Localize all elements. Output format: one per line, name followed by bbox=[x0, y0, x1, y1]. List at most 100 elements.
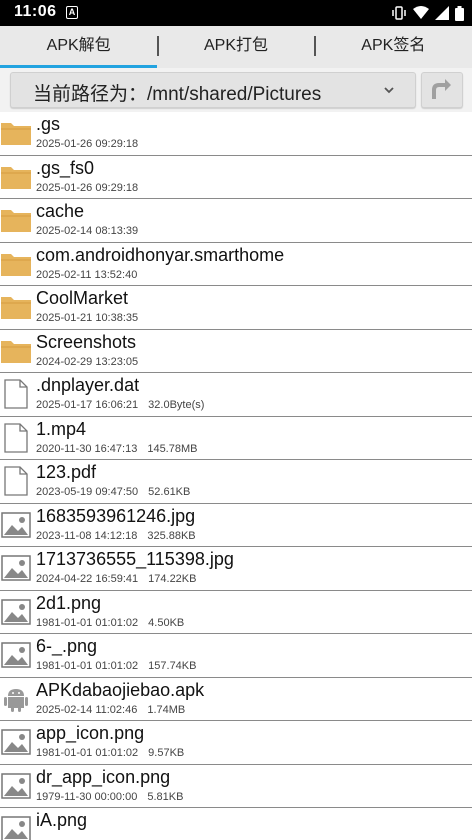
folder-icon bbox=[1, 292, 31, 322]
file-list-item[interactable]: cache 2025-02-14 08:13:39 bbox=[0, 199, 472, 243]
file-list-item[interactable]: .dnplayer.dat 2025-01-17 16:06:21 32.0Byt… bbox=[0, 373, 472, 417]
tab-divider bbox=[314, 36, 316, 56]
file-name: 2d1.png bbox=[36, 592, 102, 613]
file-list: .gs 2025-01-26 09:29:18 .gs_fs0 2025-01-… bbox=[0, 112, 472, 840]
file-list-item[interactable]: app_icon.png 1981-01-01 01:01:02 9.57KB bbox=[0, 721, 472, 765]
android-icon bbox=[1, 684, 31, 714]
file-list-item[interactable]: 123.pdf 2023-05-19 09:47:50 52.61KB bbox=[0, 460, 472, 504]
file-list-item[interactable]: iA.png bbox=[0, 808, 472, 840]
file-date: 2025-02-14 11:02:46 bbox=[36, 703, 138, 716]
up-arrow-icon bbox=[432, 79, 451, 99]
file-meta: 1981-01-01 01:01:02 9.57KB bbox=[36, 747, 184, 759]
file-meta: 1981-01-01 01:01:02 157.74KB bbox=[36, 660, 196, 672]
file-size: 325.88KB bbox=[147, 529, 196, 542]
file-meta: 2025-02-11 13:52:40 bbox=[36, 269, 147, 281]
file-size: 4.50KB bbox=[148, 616, 185, 629]
file-list-item[interactable]: .gs_fs0 2025-01-26 09:29:18 bbox=[0, 156, 472, 199]
file-size: 174.22KB bbox=[148, 573, 197, 585]
file-date: 1979-11-30 00:00:00 bbox=[36, 790, 138, 803]
file-icon bbox=[1, 466, 31, 496]
file-size: 145.78MB bbox=[147, 442, 198, 455]
status-icons bbox=[391, 5, 464, 21]
path-bar: 当前路径为：/mnt/shared/Pictures bbox=[0, 68, 472, 112]
file-list-item[interactable]: 2d1.png 1981-01-01 01:01:02 4.50KB bbox=[0, 591, 472, 634]
file-meta: 2020-11-30 16:47:13 145.78MB bbox=[36, 443, 197, 455]
file-meta bbox=[36, 834, 46, 840]
file-name: com.androidhonyar.smarthome bbox=[36, 244, 285, 265]
file-name: 1713736555_115398.jpg bbox=[36, 549, 234, 569]
file-name: Screenshots bbox=[36, 331, 137, 352]
file-size: 9.57KB bbox=[148, 747, 185, 759]
file-date: 2025-01-26 09:29:18 bbox=[36, 138, 139, 150]
status-bar: 11:06 A bbox=[0, 0, 472, 26]
file-list-item[interactable]: 1.mp4 2020-11-30 16:47:13 145.78MB bbox=[0, 417, 472, 460]
file-list-item[interactable]: APKdabaojiebao.apk 2025-02-14 11:02:46 1.… bbox=[0, 678, 472, 721]
file-meta: 2023-11-08 14:12:18 325.88KB bbox=[36, 530, 196, 542]
file-meta: 2025-01-21 10:38:35 bbox=[36, 312, 148, 324]
file-date: 2024-02-29 13:23:05 bbox=[36, 355, 139, 368]
wifi-icon bbox=[413, 6, 429, 19]
file-name: .dnplayer.dat bbox=[36, 375, 140, 395]
file-meta: 2025-01-26 09:29:18 bbox=[36, 182, 148, 194]
file-date: 2025-02-14 08:13:39 bbox=[36, 225, 139, 237]
file-size: 5.81KB bbox=[147, 790, 184, 803]
file-date: 2024-04-22 16:59:41 bbox=[36, 573, 139, 585]
file-date: 2023-11-08 14:12:18 bbox=[36, 529, 138, 542]
file-date: 1981-01-01 01:01:02 bbox=[36, 747, 139, 759]
file-list-item[interactable]: .gs 2025-01-26 09:29:18 bbox=[0, 112, 472, 156]
file-meta: 2025-02-14 08:13:39 bbox=[36, 225, 148, 237]
parent-directory-button[interactable] bbox=[421, 72, 463, 108]
file-date: 2025-01-21 10:38:35 bbox=[36, 312, 139, 324]
file-list-item[interactable]: Screenshots 2024-02-29 13:23:05 bbox=[0, 330, 472, 373]
file-name: 1683593961246.jpg bbox=[36, 505, 196, 526]
file-date: 1981-01-01 01:01:02 bbox=[36, 616, 139, 629]
tab-divider bbox=[157, 36, 159, 56]
image-icon bbox=[1, 553, 31, 583]
file-list-item[interactable]: dr_app_icon.png 1979-11-30 00:00:00 5.81K… bbox=[0, 765, 472, 808]
signal-icon bbox=[435, 6, 449, 20]
file-meta: 2023-05-19 09:47:50 52.61KB bbox=[36, 486, 190, 498]
file-name: .gs_fs0 bbox=[36, 157, 95, 178]
file-name: iA.png bbox=[36, 810, 88, 830]
file-date: 2025-01-17 16:06:21 bbox=[36, 399, 139, 411]
file-name: CoolMarket bbox=[36, 288, 129, 308]
file-meta: 2025-02-14 11:02:46 1.74MB bbox=[36, 704, 185, 716]
folder-icon bbox=[1, 205, 31, 235]
file-meta: 2025-01-17 16:06:21 32.0Byte(s) bbox=[36, 399, 204, 411]
file-list-item[interactable]: 1683593961246.jpg 2023-11-08 14:12:18 325… bbox=[0, 504, 472, 547]
image-icon bbox=[1, 510, 31, 540]
file-name: .gs bbox=[36, 114, 61, 134]
file-meta: 1981-01-01 01:01:02 4.50KB bbox=[36, 617, 184, 629]
file-date: 1981-01-01 01:01:02 bbox=[36, 660, 139, 672]
current-path: 当前路径为：/mnt/shared/Pictures bbox=[33, 84, 322, 105]
file-size: 1.74MB bbox=[147, 703, 186, 716]
file-list-item[interactable]: com.androidhonyar.smarthome 2025-02-11 1… bbox=[0, 243, 472, 286]
file-list-item[interactable]: 1713736555_115398.jpg 2024-04-22 16:59:4… bbox=[0, 547, 472, 591]
image-icon bbox=[1, 597, 31, 627]
file-date: 2023-05-19 09:47:50 bbox=[36, 486, 139, 498]
file-name: 1.mp4 bbox=[36, 418, 87, 439]
file-size: 32.0Byte(s) bbox=[148, 399, 205, 411]
path-dropdown[interactable]: 当前路径为：/mnt/shared/Pictures bbox=[10, 72, 416, 108]
file-size: 52.61KB bbox=[148, 486, 191, 498]
file-meta: 2024-02-29 13:23:05 bbox=[36, 356, 148, 368]
file-name: dr_app_icon.png bbox=[36, 766, 171, 787]
battery-icon bbox=[455, 5, 464, 21]
file-meta: 2024-04-22 16:59:41 174.22KB bbox=[36, 573, 196, 585]
image-icon bbox=[1, 771, 31, 801]
file-name: app_icon.png bbox=[36, 723, 145, 743]
file-name: 123.pdf bbox=[36, 462, 97, 482]
file-list-item[interactable]: 6-_.png 1981-01-01 01:01:02 157.74KB bbox=[0, 634, 472, 678]
folder-icon bbox=[1, 336, 31, 366]
file-name: 6-_.png bbox=[36, 636, 98, 656]
file-list-item[interactable]: CoolMarket 2025-01-21 10:38:35 bbox=[0, 286, 472, 330]
notification-icon: A bbox=[66, 6, 78, 19]
vibrate-icon bbox=[392, 6, 406, 20]
tab-apk-pack[interactable]: APK打包 bbox=[157, 26, 314, 68]
status-time: 11:06 bbox=[14, 3, 57, 20]
image-icon bbox=[1, 727, 31, 757]
tab-apk-unpack[interactable]: APK解包 bbox=[0, 26, 158, 69]
tab-apk-sign[interactable]: APK签名 bbox=[315, 26, 472, 68]
image-icon bbox=[1, 640, 31, 670]
file-icon bbox=[1, 422, 31, 453]
